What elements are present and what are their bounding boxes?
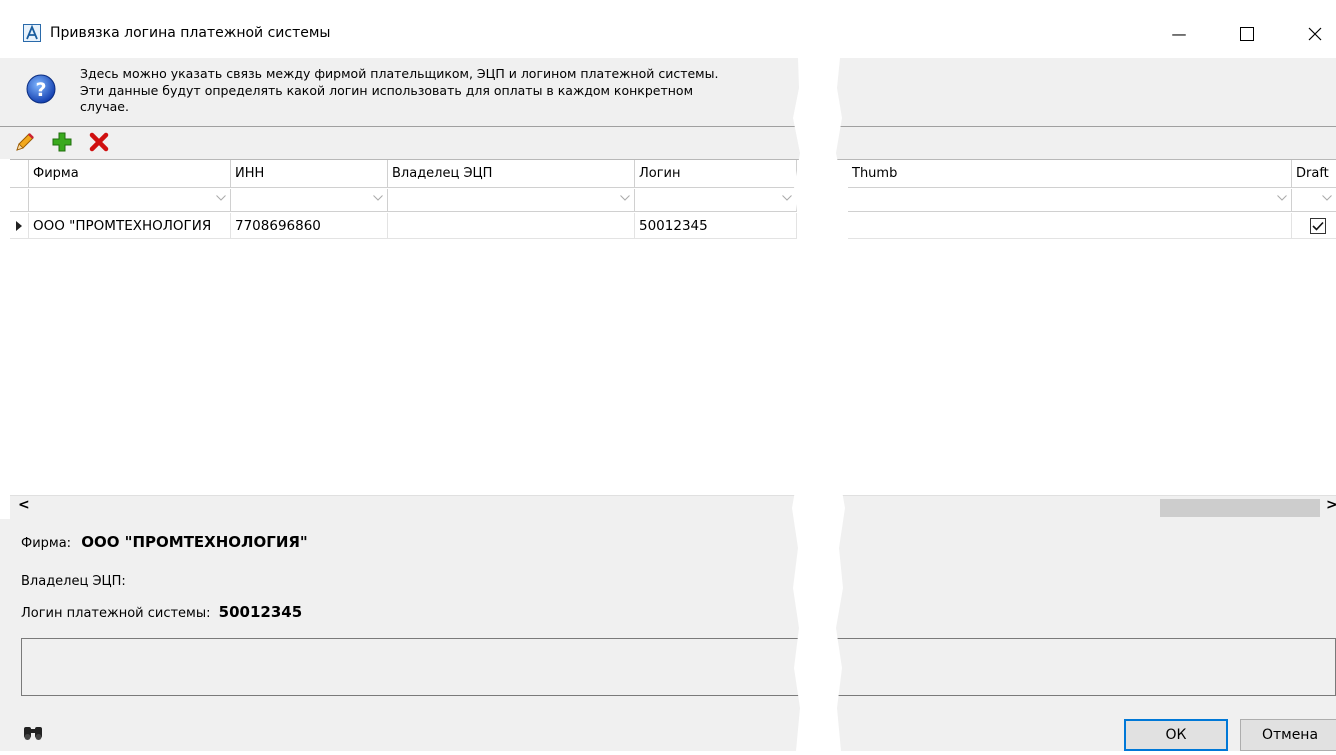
firma-value: ООО "ПРОМТЕХНОЛОГИЯ" [81, 533, 308, 551]
search-button[interactable] [22, 725, 44, 745]
cell-login[interactable]: 50012345 [635, 213, 797, 239]
window-title: Привязка логина платежной системы [50, 25, 331, 41]
column-header-owner[interactable]: Владелец ЭЦП [388, 160, 635, 188]
column-header-thumb[interactable]: Thumb [848, 160, 1292, 188]
delete-icon [89, 132, 109, 152]
owner-label: Владелец ЭЦП: [21, 574, 126, 589]
note-box[interactable] [21, 638, 1336, 696]
svg-text:?: ? [35, 79, 46, 101]
add-icon [52, 132, 72, 152]
maximize-icon [1240, 27, 1254, 41]
column-header-firma[interactable]: Фирма [29, 160, 231, 188]
filter-thumb[interactable] [848, 189, 1292, 212]
close-icon [1308, 27, 1322, 41]
scroll-left-icon[interactable]: < [18, 497, 30, 513]
chevron-down-icon [1322, 195, 1332, 201]
draft-checkbox[interactable] [1310, 218, 1326, 234]
column-header-inn[interactable]: ИНН [231, 160, 388, 188]
row-header-corner [10, 160, 29, 188]
scrollbar-thumb[interactable] [1160, 499, 1320, 517]
torn-gap [790, 58, 848, 751]
cell-thumb[interactable] [848, 213, 1292, 239]
chevron-down-icon [373, 195, 383, 201]
cell-firma[interactable]: ООО "ПРОМТЕХНОЛОГИЯ [29, 213, 231, 239]
question-icon: ? [25, 73, 57, 105]
info-text-line-2: Эти данные будут определять какой логин … [80, 82, 693, 98]
cancel-button[interactable]: Отмена [1240, 719, 1336, 751]
filter-firma[interactable] [29, 189, 231, 212]
maximize-button[interactable] [1224, 14, 1270, 54]
cell-inn[interactable]: 7708696860 [231, 213, 388, 239]
add-button[interactable] [51, 131, 73, 153]
info-text: Здесь можно указать связь между фирмой п… [80, 66, 810, 116]
column-header-draft[interactable]: Draft [1292, 160, 1336, 188]
filter-login[interactable] [635, 189, 797, 212]
info-text-line-3: случае. [80, 99, 129, 114]
login-detail: Логин платежной системы: 50012345 [21, 603, 302, 621]
chevron-down-icon [1277, 195, 1287, 201]
chevron-down-icon [216, 195, 226, 201]
row-pointer-icon [16, 221, 22, 231]
edit-icon [16, 133, 34, 151]
scroll-right-icon[interactable]: > [1326, 497, 1336, 513]
horizontal-scrollbar[interactable] [10, 495, 1336, 520]
toolbar [0, 127, 1336, 159]
edit-button[interactable] [14, 131, 36, 153]
minimize-button[interactable]: — [1156, 14, 1202, 54]
owner-detail: Владелец ЭЦП: [21, 571, 126, 589]
chevron-down-icon [620, 195, 630, 201]
column-header-login[interactable]: Логин [635, 160, 797, 188]
login-value: 50012345 [218, 603, 303, 621]
firma-detail: Фирма: ООО "ПРОМТЕХНОЛОГИЯ" [21, 533, 308, 551]
login-label: Логин платежной системы: [21, 606, 211, 621]
delete-button[interactable] [88, 131, 110, 153]
filter-owner[interactable] [388, 189, 635, 212]
close-button[interactable] [1292, 14, 1336, 54]
cell-draft[interactable] [1292, 213, 1336, 239]
cell-owner[interactable] [388, 213, 635, 239]
filter-draft[interactable] [1292, 189, 1336, 212]
firma-label: Фирма: [21, 536, 72, 551]
app-icon [23, 24, 41, 42]
filter-inn[interactable] [231, 189, 388, 212]
filter-row-header [10, 189, 29, 212]
row-selector[interactable] [10, 213, 29, 239]
info-text-line-1: Здесь можно указать связь между фирмой п… [80, 66, 719, 81]
ok-button[interactable]: ОК [1124, 719, 1228, 751]
minimize-icon: — [1171, 25, 1187, 43]
binoculars-icon [24, 727, 42, 740]
